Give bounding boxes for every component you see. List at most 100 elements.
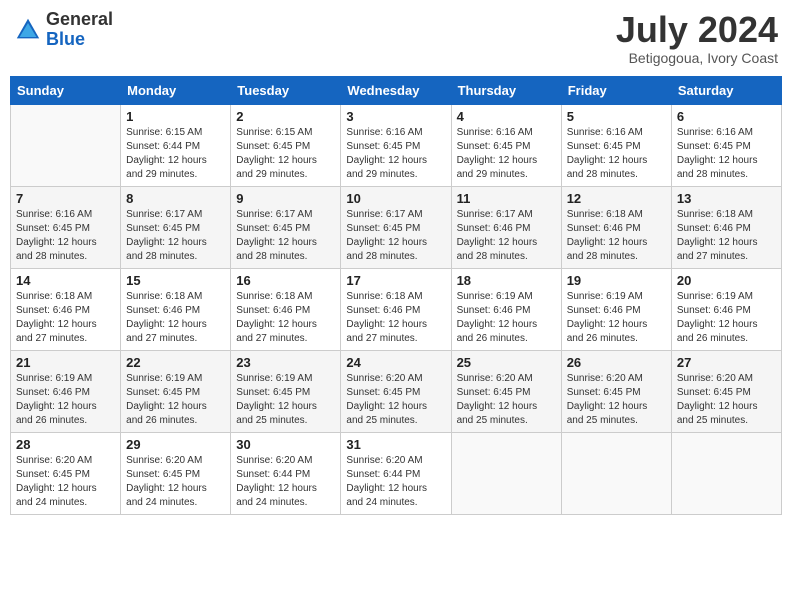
location-subtitle: Betigogoua, Ivory Coast: [616, 50, 778, 66]
day-info: Sunrise: 6:17 AM Sunset: 6:45 PM Dayligh…: [126, 208, 225, 264]
day-info: Sunrise: 6:15 AM Sunset: 6:45 PM Dayligh…: [236, 126, 335, 182]
logo-text: General Blue: [46, 10, 113, 50]
day-info: Sunrise: 6:20 AM Sunset: 6:45 PM Dayligh…: [457, 372, 556, 428]
day-info: Sunrise: 6:20 AM Sunset: 6:45 PM Dayligh…: [677, 372, 776, 428]
header-monday: Monday: [121, 76, 231, 104]
calendar-cell: 10Sunrise: 6:17 AM Sunset: 6:45 PM Dayli…: [341, 186, 451, 268]
day-number: 22: [126, 355, 225, 370]
day-number: 30: [236, 437, 335, 452]
day-number: 6: [677, 109, 776, 124]
calendar-cell: [11, 104, 121, 186]
day-number: 5: [567, 109, 666, 124]
calendar-cell: 22 Sunrise: 6:19 AM Sunset: 6:45 PM Dayli…: [121, 350, 231, 432]
logo-blue: Blue: [46, 30, 113, 50]
day-number: 20: [677, 273, 776, 288]
header-row: SundayMondayTuesdayWednesdayThursdayFrid…: [11, 76, 782, 104]
calendar-cell: 17 Sunrise: 6:18 AM Sunset: 6:46 PM Dayli…: [341, 268, 451, 350]
day-number: 12: [567, 191, 666, 206]
day-number: 31: [346, 437, 445, 452]
day-info: Sunrise: 6:20 AM Sunset: 6:45 PM Dayligh…: [126, 454, 225, 510]
day-number: 19: [567, 273, 666, 288]
day-number: 18: [457, 273, 556, 288]
calendar-cell: 5 Sunrise: 6:16 AM Sunset: 6:45 PM Daylig…: [561, 104, 671, 186]
day-info: Sunrise: 6:20 AM Sunset: 6:45 PM Dayligh…: [346, 372, 445, 428]
week-row-3: 21 Sunrise: 6:19 AM Sunset: 6:46 PM Dayli…: [11, 350, 782, 432]
day-info: Sunrise: 6:17 AM Sunset: 6:46 PM Dayligh…: [457, 208, 556, 264]
day-number: 17: [346, 273, 445, 288]
header-sunday: Sunday: [11, 76, 121, 104]
calendar-cell: 20 Sunrise: 6:19 AM Sunset: 6:46 PM Dayli…: [671, 268, 781, 350]
day-info: Sunrise: 6:16 AM Sunset: 6:45 PM Dayligh…: [567, 126, 666, 182]
day-number: 28: [16, 437, 115, 452]
calendar-cell: 8Sunrise: 6:17 AM Sunset: 6:45 PM Daylig…: [121, 186, 231, 268]
day-info: Sunrise: 6:18 AM Sunset: 6:46 PM Dayligh…: [677, 208, 776, 264]
day-info: Sunrise: 6:15 AM Sunset: 6:44 PM Dayligh…: [126, 126, 225, 182]
day-number: 10: [346, 191, 445, 206]
calendar-cell: [671, 432, 781, 514]
title-area: July 2024 Betigogoua, Ivory Coast: [616, 10, 778, 66]
day-number: 26: [567, 355, 666, 370]
calendar-cell: 24 Sunrise: 6:20 AM Sunset: 6:45 PM Dayli…: [341, 350, 451, 432]
day-info: Sunrise: 6:19 AM Sunset: 6:46 PM Dayligh…: [16, 372, 115, 428]
calendar-cell: 25Sunrise: 6:20 AM Sunset: 6:45 PM Dayli…: [451, 350, 561, 432]
calendar-cell: 30 Sunrise: 6:20 AM Sunset: 6:44 PM Dayli…: [231, 432, 341, 514]
day-number: 9: [236, 191, 335, 206]
day-number: 3: [346, 109, 445, 124]
calendar-cell: 29 Sunrise: 6:20 AM Sunset: 6:45 PM Dayli…: [121, 432, 231, 514]
day-number: 29: [126, 437, 225, 452]
calendar-cell: 18 Sunrise: 6:19 AM Sunset: 6:46 PM Dayli…: [451, 268, 561, 350]
day-info: Sunrise: 6:16 AM Sunset: 6:45 PM Dayligh…: [457, 126, 556, 182]
day-info: Sunrise: 6:16 AM Sunset: 6:45 PM Dayligh…: [16, 208, 115, 264]
day-number: 24: [346, 355, 445, 370]
page-header: General Blue July 2024 Betigogoua, Ivory…: [10, 10, 782, 66]
day-info: Sunrise: 6:20 AM Sunset: 6:45 PM Dayligh…: [16, 454, 115, 510]
header-tuesday: Tuesday: [231, 76, 341, 104]
month-title: July 2024: [616, 10, 778, 50]
calendar-cell: 27 Sunrise: 6:20 AM Sunset: 6:45 PM Dayli…: [671, 350, 781, 432]
day-number: 2: [236, 109, 335, 124]
calendar-header: SundayMondayTuesdayWednesdayThursdayFrid…: [11, 76, 782, 104]
day-info: Sunrise: 6:18 AM Sunset: 6:46 PM Dayligh…: [346, 290, 445, 346]
day-info: Sunrise: 6:19 AM Sunset: 6:46 PM Dayligh…: [457, 290, 556, 346]
day-info: Sunrise: 6:20 AM Sunset: 6:44 PM Dayligh…: [346, 454, 445, 510]
day-number: 15: [126, 273, 225, 288]
calendar-cell: 3 Sunrise: 6:16 AM Sunset: 6:45 PM Daylig…: [341, 104, 451, 186]
day-info: Sunrise: 6:17 AM Sunset: 6:45 PM Dayligh…: [236, 208, 335, 264]
calendar-cell: 23Sunrise: 6:19 AM Sunset: 6:45 PM Dayli…: [231, 350, 341, 432]
header-saturday: Saturday: [671, 76, 781, 104]
day-info: Sunrise: 6:19 AM Sunset: 6:46 PM Dayligh…: [677, 290, 776, 346]
calendar-cell: 1Sunrise: 6:15 AM Sunset: 6:44 PM Daylig…: [121, 104, 231, 186]
week-row-1: 7Sunrise: 6:16 AM Sunset: 6:45 PM Daylig…: [11, 186, 782, 268]
day-number: 21: [16, 355, 115, 370]
calendar-body: 1Sunrise: 6:15 AM Sunset: 6:44 PM Daylig…: [11, 104, 782, 514]
calendar-cell: 26 Sunrise: 6:20 AM Sunset: 6:45 PM Dayli…: [561, 350, 671, 432]
day-info: Sunrise: 6:19 AM Sunset: 6:45 PM Dayligh…: [126, 372, 225, 428]
day-info: Sunrise: 6:20 AM Sunset: 6:44 PM Dayligh…: [236, 454, 335, 510]
calendar-cell: [561, 432, 671, 514]
calendar-cell: 19Sunrise: 6:19 AM Sunset: 6:46 PM Dayli…: [561, 268, 671, 350]
day-number: 23: [236, 355, 335, 370]
day-number: 13: [677, 191, 776, 206]
day-info: Sunrise: 6:18 AM Sunset: 6:46 PM Dayligh…: [567, 208, 666, 264]
day-info: Sunrise: 6:20 AM Sunset: 6:45 PM Dayligh…: [567, 372, 666, 428]
day-number: 11: [457, 191, 556, 206]
day-info: Sunrise: 6:18 AM Sunset: 6:46 PM Dayligh…: [236, 290, 335, 346]
day-number: 27: [677, 355, 776, 370]
calendar-cell: 14Sunrise: 6:18 AM Sunset: 6:46 PM Dayli…: [11, 268, 121, 350]
calendar-cell: 28 Sunrise: 6:20 AM Sunset: 6:45 PM Dayli…: [11, 432, 121, 514]
logo: General Blue: [14, 10, 113, 50]
calendar-table: SundayMondayTuesdayWednesdayThursdayFrid…: [10, 76, 782, 515]
calendar-cell: 7Sunrise: 6:16 AM Sunset: 6:45 PM Daylig…: [11, 186, 121, 268]
day-info: Sunrise: 6:16 AM Sunset: 6:45 PM Dayligh…: [677, 126, 776, 182]
week-row-0: 1Sunrise: 6:15 AM Sunset: 6:44 PM Daylig…: [11, 104, 782, 186]
header-friday: Friday: [561, 76, 671, 104]
calendar-cell: 15 Sunrise: 6:18 AM Sunset: 6:46 PM Dayli…: [121, 268, 231, 350]
day-info: Sunrise: 6:18 AM Sunset: 6:46 PM Dayligh…: [126, 290, 225, 346]
calendar-cell: 4Sunrise: 6:16 AM Sunset: 6:45 PM Daylig…: [451, 104, 561, 186]
logo-general: General: [46, 10, 113, 30]
calendar-cell: 9 Sunrise: 6:17 AM Sunset: 6:45 PM Daylig…: [231, 186, 341, 268]
calendar-cell: [451, 432, 561, 514]
day-info: Sunrise: 6:16 AM Sunset: 6:45 PM Dayligh…: [346, 126, 445, 182]
week-row-4: 28 Sunrise: 6:20 AM Sunset: 6:45 PM Dayli…: [11, 432, 782, 514]
logo-icon: [14, 16, 42, 44]
